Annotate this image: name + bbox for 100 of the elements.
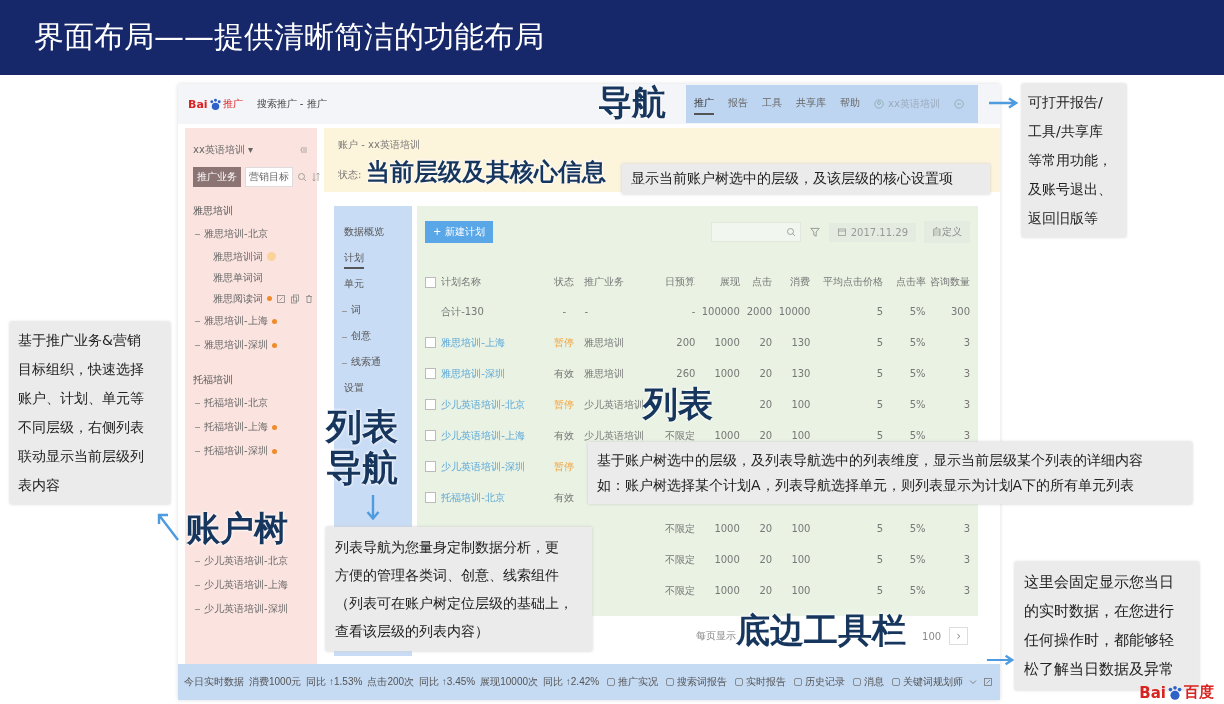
list-nav-item[interactable]: 创意: [351, 327, 371, 347]
status-text: 暂停: [554, 460, 575, 472]
table-cell: 5: [876, 523, 884, 534]
column-header: 咨询数量: [925, 268, 970, 296]
table-cell: 1000: [714, 585, 740, 596]
nav-tab[interactable]: 报告: [728, 93, 748, 115]
nav-tab[interactable]: 工具: [762, 93, 782, 115]
toolbar-button[interactable]: 实时报告: [734, 675, 787, 689]
checkbox[interactable]: [425, 276, 436, 288]
toolbar-button[interactable]: 关键词规划师: [891, 675, 964, 689]
chevron-down-icon[interactable]: [968, 677, 979, 687]
status-text: 有效: [554, 367, 575, 379]
list-nav-item[interactable]: 单元: [344, 275, 364, 295]
table-cell: 130: [791, 368, 811, 379]
callout-label: 底边工具栏: [736, 610, 906, 651]
list-nav-item[interactable]: 设置: [344, 379, 364, 399]
table-cell: 5: [876, 368, 884, 379]
table-cell: 260: [676, 368, 696, 379]
column-header: 展现: [695, 268, 740, 296]
filter-icon[interactable]: [808, 226, 821, 238]
tree-item[interactable]: 雅思单词词: [213, 270, 263, 285]
table-cell: 雅思培训: [584, 367, 625, 379]
search-field[interactable]: [710, 222, 801, 242]
search-icon[interactable]: [297, 172, 307, 182]
table-cell: 20: [759, 585, 773, 596]
checkbox[interactable]: [425, 492, 436, 504]
table-cell: 100: [791, 523, 811, 534]
tree-item[interactable]: 雅思培训-上海: [204, 314, 268, 328]
tree-item[interactable]: 托福培训-北京: [204, 396, 268, 410]
toolbar-button[interactable]: 搜索词报告: [665, 675, 728, 689]
table-cell: 5: [876, 554, 884, 565]
nav-tab[interactable]: 推广: [694, 93, 714, 115]
tree-item[interactable]: 雅思培训-北京: [204, 227, 268, 241]
toolbar-button[interactable]: 消息: [852, 675, 885, 689]
tree-item[interactable]: 雅思培训词: [213, 249, 263, 264]
level-path: 账户 - xx英语培训: [338, 138, 420, 152]
tree-tab[interactable]: 营销目标: [245, 167, 293, 187]
square-icon: [891, 677, 902, 687]
list-nav-item[interactable]: 计划: [344, 249, 364, 269]
paw-icon: [208, 97, 222, 111]
square-icon: [665, 677, 676, 687]
checkbox[interactable]: [425, 368, 436, 380]
table-cell: 3: [963, 430, 970, 441]
list-nav-item[interactable]: 词: [351, 301, 361, 321]
table-cell: -: [562, 306, 567, 317]
checkbox[interactable]: [425, 399, 436, 411]
table-cell: 5%: [909, 337, 926, 348]
tree-item[interactable]: 雅思培训-深圳: [204, 338, 268, 352]
edit-icon[interactable]: [276, 293, 286, 304]
tree-item[interactable]: 雅思阅读词: [213, 291, 263, 306]
nav-tab[interactable]: 帮助: [840, 93, 860, 115]
tree-item[interactable]: 少儿英语培训-深圳: [204, 602, 288, 616]
table-cell: 3: [963, 523, 970, 534]
checkbox[interactable]: [425, 461, 436, 473]
tree-item[interactable]: 托福培训-上海: [204, 420, 268, 434]
table-cell: 5%: [909, 430, 926, 441]
tree-group[interactable]: 雅思培训: [193, 200, 309, 222]
table-cell: 300: [950, 306, 970, 317]
stat-text: 同比 ↑3.45%: [419, 675, 476, 689]
customize-button[interactable]: 自定义: [924, 221, 970, 243]
list-nav-item[interactable]: 数据概览: [344, 223, 384, 243]
slide-title: 界面布局——提供清晰简洁的功能布局: [34, 18, 544, 56]
table-cell: 20: [759, 430, 773, 441]
exit-icon[interactable]: [953, 99, 964, 109]
page-size[interactable]: 100: [922, 630, 942, 642]
stat-text: 同比 ↑1.53%: [306, 675, 363, 689]
nav-tab[interactable]: 共享库: [796, 93, 826, 115]
next-page-button[interactable]: ›: [949, 627, 968, 645]
table-cell: 5: [876, 399, 884, 410]
copy-icon[interactable]: [290, 293, 300, 304]
edit-icon[interactable]: [983, 677, 994, 687]
status-text: 暂停: [554, 336, 575, 348]
column-header: 平均点击价格: [810, 268, 884, 296]
table-cell: 合计-130: [441, 305, 484, 317]
tree-tab[interactable]: 推广业务: [193, 167, 241, 187]
tree-item[interactable]: 少儿英语培训-北京: [204, 554, 288, 568]
toolbar-title: 今日实时数据: [184, 675, 244, 689]
tree-group[interactable]: 托福培训: [193, 369, 309, 391]
status-label: 状态:: [338, 168, 362, 182]
callout-note: 列表导航为您量身定制数据分析，更 方便的管理各类词、创意、线索组件 （列表可在账户树定位层级的基础上， 查看该层级的列表内容）: [326, 527, 592, 651]
search-icon[interactable]: [785, 227, 796, 237]
toolbar-button[interactable]: 历史记录: [793, 675, 846, 689]
breadcrumb: 搜索推广 - 推广: [256, 97, 327, 111]
toolbar-button[interactable]: 推广实况: [606, 675, 659, 689]
table-cell: 1000: [714, 523, 740, 534]
callout-note: 可打开报告/ 工具/共享库 等常用功能， 及账号退出、 返回旧版等: [1022, 84, 1126, 237]
table-cell: 3: [963, 585, 970, 596]
square-icon: [852, 677, 863, 687]
checkbox[interactable]: [425, 430, 436, 442]
table-cell: 不限定: [665, 584, 696, 596]
collapse-icon[interactable]: [299, 145, 309, 155]
table-cell: 不限定: [665, 522, 696, 534]
table-cell: 5%: [909, 399, 926, 410]
checkbox[interactable]: [425, 337, 436, 349]
tree-item[interactable]: 托福培训-深圳: [204, 444, 268, 458]
list-nav-item[interactable]: 线索通: [351, 353, 381, 373]
tree-item[interactable]: 少儿英语培训-上海: [204, 578, 288, 592]
sort-icon[interactable]: [311, 172, 321, 182]
account-selector[interactable]: xx英语培训 ▾: [193, 143, 254, 157]
delete-icon[interactable]: [304, 293, 314, 304]
